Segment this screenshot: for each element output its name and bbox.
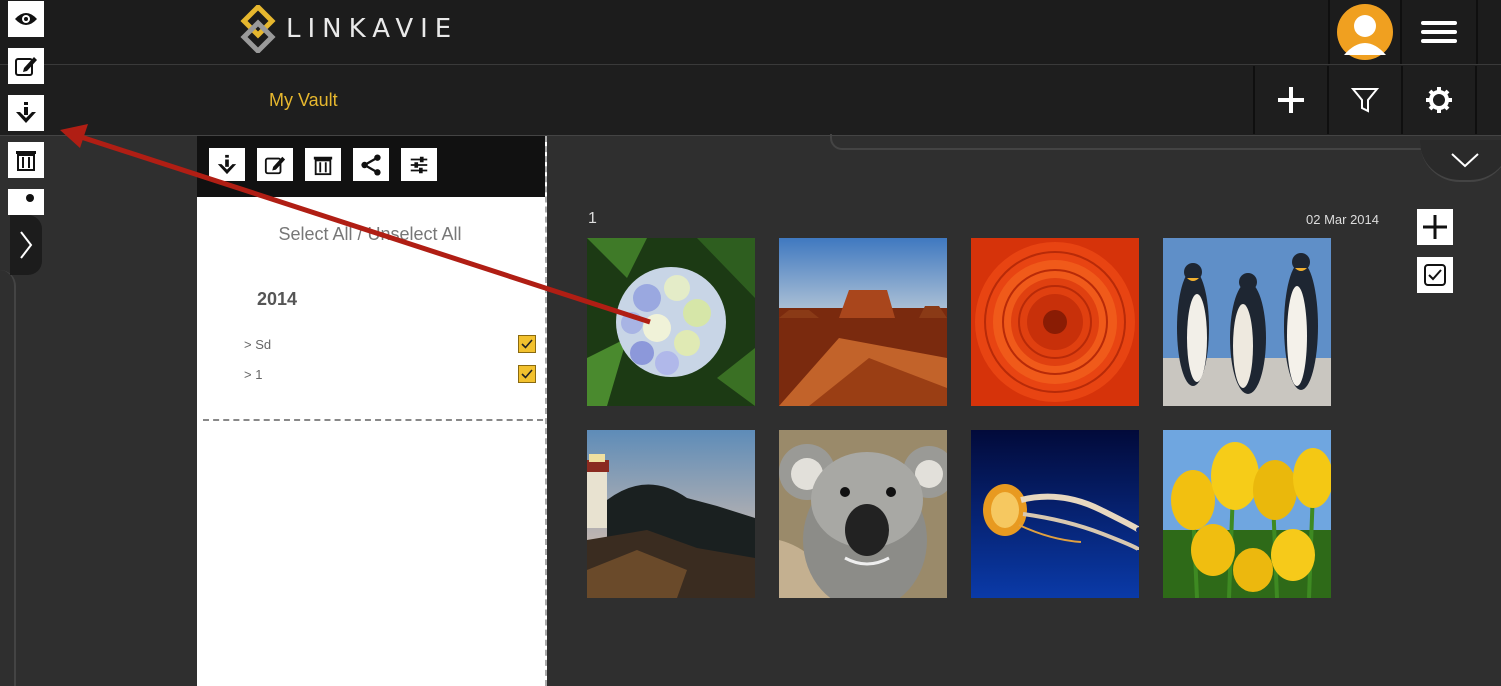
hydrangea-image (587, 238, 755, 406)
album-item-sd[interactable]: > Sd (244, 337, 271, 352)
checkbox-icon (1424, 264, 1446, 286)
sliders-icon (410, 156, 428, 173)
share-icon (26, 194, 34, 202)
group-date: 02 Mar 2014 (1306, 212, 1379, 227)
expand-sidebar-button[interactable] (10, 215, 42, 275)
gear-icon (1426, 87, 1452, 113)
photo-thumbnail-lighthouse[interactable] (587, 430, 755, 598)
desert-image (779, 238, 947, 406)
logo-mark-icon (240, 5, 276, 53)
user-avatar-button[interactable] (1328, 0, 1400, 64)
brand-name: LINKAVIE (286, 14, 459, 44)
panel-share-button[interactable] (353, 148, 389, 181)
chrysanthemum-image (971, 238, 1139, 406)
chevron-down-icon (1451, 153, 1479, 168)
add-button[interactable] (1253, 66, 1327, 134)
select-all-link[interactable]: Select All / Unselect All (197, 224, 543, 245)
lighthouse-image (587, 430, 755, 598)
gallery-add-button[interactable] (1417, 209, 1453, 245)
trash-icon (16, 151, 36, 171)
checkmark-icon (521, 369, 533, 379)
photo-thumbnail-desert[interactable] (779, 238, 947, 406)
panel-delete-button[interactable] (305, 148, 341, 181)
album-checkbox-sd[interactable] (518, 335, 536, 353)
collapse-button[interactable] (1420, 140, 1501, 182)
gallery-select-button[interactable] (1417, 257, 1453, 293)
share-button[interactable] (8, 189, 44, 215)
panel-options-button[interactable] (401, 148, 437, 181)
penguins-image (1163, 238, 1331, 406)
share-icon (361, 153, 381, 176)
album-panel (197, 136, 547, 686)
trash-icon (313, 156, 333, 175)
koala-image (779, 430, 947, 598)
download-button[interactable] (8, 95, 44, 131)
edit-icon (15, 57, 37, 76)
sidebar-edge (0, 270, 16, 686)
photo-thumbnail-hydrangea[interactable] (587, 238, 755, 406)
album-item-1[interactable]: > 1 (244, 367, 262, 382)
panel-edit-button[interactable] (257, 148, 293, 181)
checkmark-icon (521, 339, 533, 349)
avatar (1337, 4, 1393, 60)
filter-button[interactable] (1327, 66, 1401, 134)
photo-thumbnail-koala[interactable] (779, 430, 947, 598)
settings-button[interactable] (1401, 66, 1477, 134)
delete-button[interactable] (8, 142, 44, 178)
group-name: 1 (588, 210, 597, 227)
top-bar (0, 0, 1501, 65)
photo-thumbnail-jellyfish[interactable] (971, 430, 1139, 598)
panel-download-button[interactable] (209, 148, 245, 181)
photo-thumbnail-penguins[interactable] (1163, 238, 1331, 406)
menu-button[interactable] (1400, 0, 1478, 64)
jellyfish-image (971, 430, 1139, 598)
page-title: My Vault (269, 90, 338, 110)
tulips-image (1163, 430, 1331, 598)
app-logo: LINKAVIE (240, 5, 458, 53)
edit-icon (264, 156, 286, 174)
hamburger-menu-icon (1421, 21, 1457, 43)
photo-thumbnail-chrysanthemum[interactable] (971, 238, 1139, 406)
download-arrow-icon (217, 154, 237, 174)
year-heading: 2014 (257, 289, 298, 309)
photo-thumbnail-tulips[interactable] (1163, 430, 1331, 598)
download-arrow-icon (16, 102, 36, 123)
album-checkbox-1[interactable] (518, 365, 536, 383)
eye-icon (15, 13, 37, 25)
view-button[interactable] (8, 1, 44, 37)
gallery-header-curve (830, 134, 1501, 150)
chevron-right-icon (20, 231, 33, 259)
filter-icon (1351, 88, 1379, 113)
plus-icon (1423, 215, 1447, 239)
panel-divider (203, 419, 543, 421)
plus-icon (1278, 87, 1304, 113)
edit-button[interactable] (8, 48, 44, 84)
